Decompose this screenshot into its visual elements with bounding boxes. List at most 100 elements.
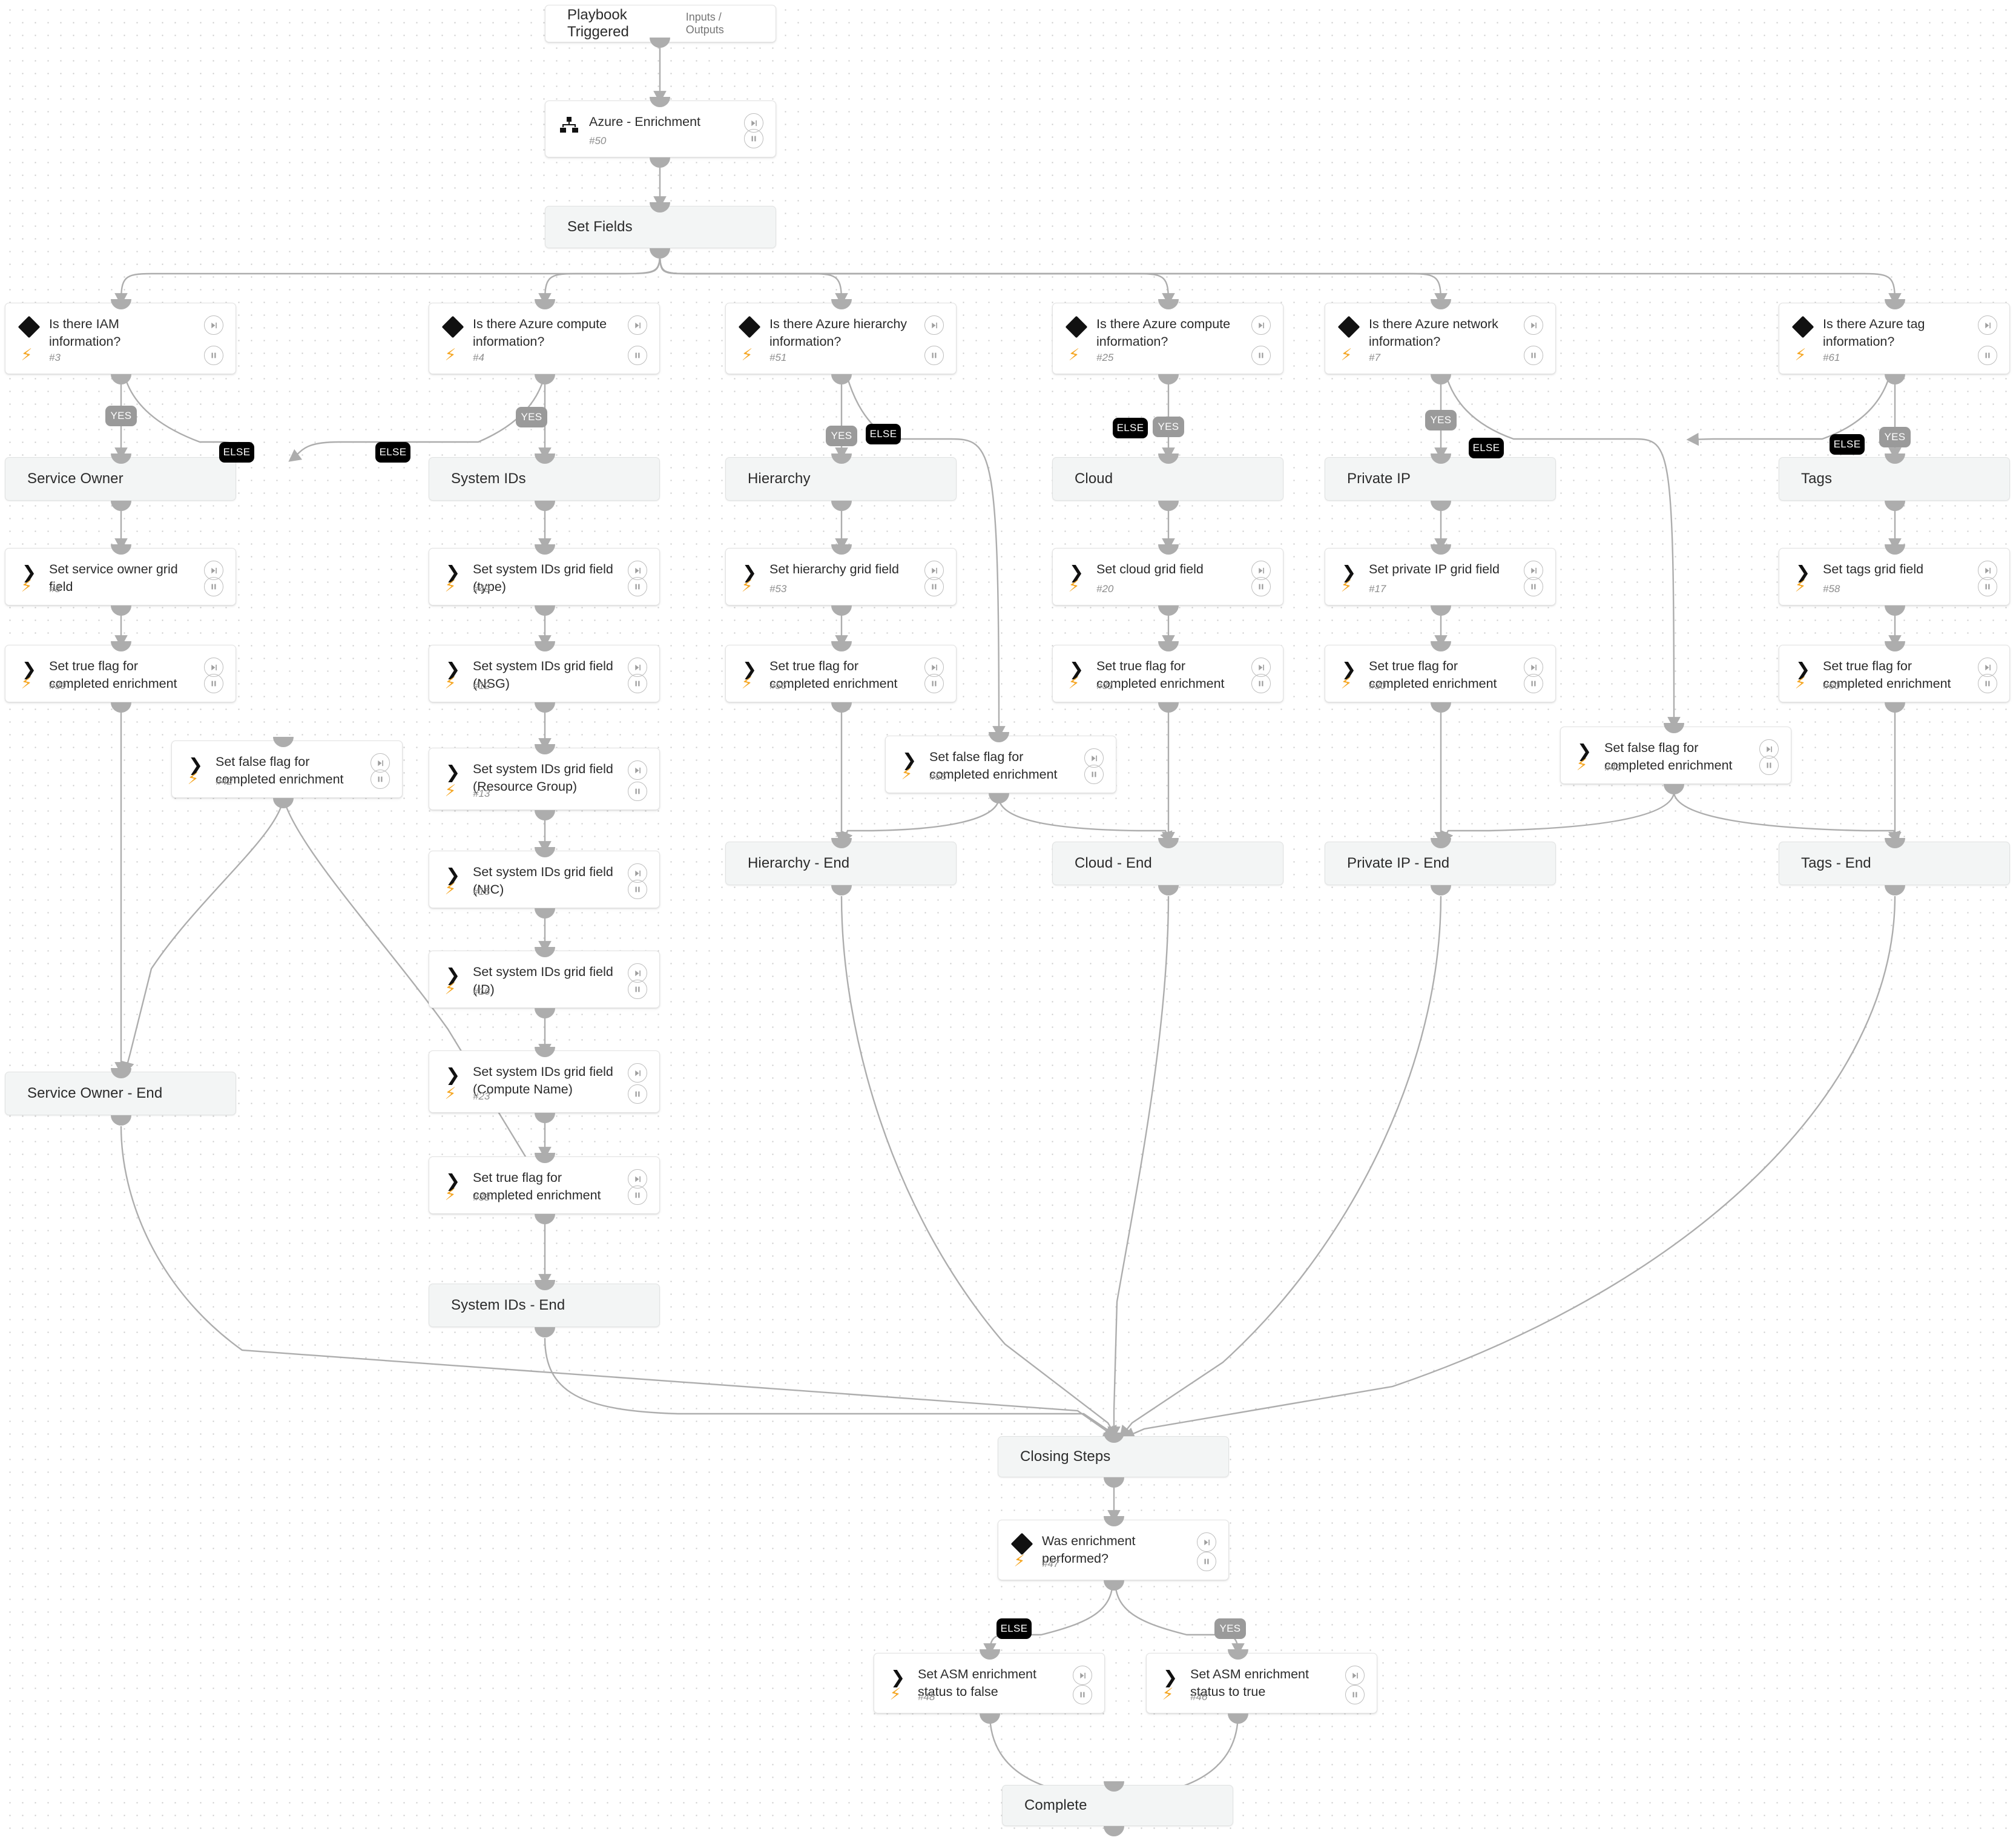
section-complete[interactable]: Complete: [1002, 1785, 1233, 1826]
node-condition-was-enrichment-performed[interactable]: ⚡ Was enrichment performed? #47: [998, 1520, 1229, 1580]
pause-icon[interactable]: [628, 674, 647, 693]
node-set-tags-grid-field[interactable]: ❯ ⚡ Set tags grid field #58: [1779, 548, 2010, 605]
node-set-system-ids-nic[interactable]: ❯ ⚡ Set system IDs grid field (NIC) #15: [429, 851, 660, 908]
branch-badge-else[interactable]: ELSE: [1113, 418, 1148, 438]
run-icon[interactable]: [1197, 1532, 1216, 1552]
node-id: #31: [1096, 680, 1114, 691]
node-set-true-flag-38[interactable]: ❯ ⚡ Set true flag for completed enrichme…: [429, 1156, 660, 1214]
port-out: [650, 248, 670, 259]
pause-icon[interactable]: [924, 674, 944, 693]
run-icon[interactable]: [1978, 315, 1997, 335]
pause-icon[interactable]: [1251, 674, 1271, 693]
node-set-system-ids-resource-group[interactable]: ❯ ⚡ Set system IDs grid field (Resource …: [429, 748, 660, 810]
node-set-true-flag-39[interactable]: ❯ ⚡ Set true flag for completed enrichme…: [5, 645, 236, 702]
node-condition-azure-compute-2[interactable]: ⚡ Is there Azure compute information? #2…: [1052, 303, 1283, 374]
run-icon[interactable]: [1524, 315, 1543, 335]
pause-icon[interactable]: [1524, 674, 1543, 693]
node-set-true-flag-30[interactable]: ❯ ⚡ Set true flag for completed enrichme…: [1325, 645, 1556, 702]
branch-badge-else[interactable]: ELSE: [866, 424, 901, 444]
section-label: System IDs - End: [451, 1297, 565, 1313]
inputs-outputs-link[interactable]: Inputs / Outputs: [686, 11, 759, 36]
run-icon[interactable]: [1251, 315, 1271, 335]
branch-badge-yes[interactable]: YES: [105, 406, 137, 426]
node-set-false-flag-55[interactable]: ❯ ⚡ Set false flag for completed enrichm…: [885, 736, 1116, 793]
run-icon[interactable]: [628, 760, 647, 780]
pause-icon[interactable]: [1759, 756, 1779, 775]
node-set-false-flag-43[interactable]: ❯ ⚡ Set false flag for completed enrichm…: [1560, 727, 1791, 784]
pause-icon[interactable]: [628, 1084, 647, 1104]
branch-badge-else[interactable]: ELSE: [219, 442, 254, 463]
pause-icon[interactable]: [1978, 577, 1997, 596]
node-set-asm-status-false[interactable]: ❯ ⚡ Set ASM enrichment status to false #…: [874, 1653, 1105, 1713]
node-set-asm-status-true[interactable]: ❯ ⚡ Set ASM enrichment status to true #4…: [1146, 1653, 1377, 1713]
node-set-true-flag-60[interactable]: ❯ ⚡ Set true flag for completed enrichme…: [1779, 645, 2010, 702]
branch-badge-else[interactable]: ELSE: [1830, 434, 1865, 455]
playbook-triggered-node[interactable]: Playbook Triggered Inputs / Outputs: [545, 5, 776, 42]
pause-icon[interactable]: [628, 782, 647, 801]
pause-icon[interactable]: [371, 770, 390, 789]
port-out: [535, 908, 555, 918]
branch-badge-else[interactable]: ELSE: [1469, 438, 1504, 458]
pause-icon[interactable]: [1524, 577, 1543, 596]
node-set-true-flag-31[interactable]: ❯ ⚡ Set true flag for completed enrichme…: [1052, 645, 1283, 702]
node-set-system-ids-compute-name[interactable]: ❯ ⚡ Set system IDs grid field (Compute N…: [429, 1050, 660, 1113]
run-icon[interactable]: [1345, 1666, 1365, 1685]
node-set-false-flag-42[interactable]: ❯ ⚡ Set false flag for completed enrichm…: [171, 740, 403, 798]
node-id: #38: [473, 1192, 490, 1203]
pause-icon[interactable]: [1197, 1552, 1216, 1571]
run-icon[interactable]: [628, 315, 647, 335]
pause-icon[interactable]: [1251, 577, 1271, 596]
branch-badge-yes[interactable]: YES: [516, 407, 547, 427]
action-chevron-icon: ❯: [445, 761, 461, 782]
pause-icon[interactable]: [628, 880, 647, 899]
run-icon[interactable]: [924, 315, 944, 335]
pause-icon[interactable]: [628, 346, 647, 365]
node-condition-azure-compute-1[interactable]: ⚡ Is there Azure compute information? #4: [429, 303, 660, 374]
node-set-private-ip-grid-field[interactable]: ❯ ⚡ Set private IP grid field #17: [1325, 548, 1556, 605]
node-azure-enrichment[interactable]: Azure - Enrichment #50: [545, 101, 776, 157]
node-set-service-owner-grid-field[interactable]: ❯ ⚡ Set service owner grid field #8: [5, 548, 236, 605]
pause-icon[interactable]: [204, 674, 223, 693]
branch-badge-else[interactable]: ELSE: [996, 1618, 1032, 1639]
pause-icon[interactable]: [204, 577, 223, 596]
node-set-system-ids-nsg[interactable]: ❯ ⚡ Set system IDs grid field (NSG) #12: [429, 645, 660, 702]
branch-badge-yes[interactable]: YES: [826, 426, 857, 446]
branch-badge-else[interactable]: ELSE: [375, 442, 410, 463]
node-set-cloud-grid-field[interactable]: ❯ ⚡ Set cloud grid field #20: [1052, 548, 1283, 605]
node-condition-azure-hierarchy[interactable]: ⚡ Is there Azure hierarchy information? …: [725, 303, 957, 374]
run-icon[interactable]: [204, 315, 223, 335]
pause-icon[interactable]: [1251, 346, 1271, 365]
run-icon[interactable]: [628, 1063, 647, 1083]
port-out: [111, 1115, 131, 1126]
pause-icon[interactable]: [1978, 346, 1997, 365]
node-condition-azure-network[interactable]: ⚡ Is there Azure network information? #7: [1325, 303, 1556, 374]
node-condition-azure-tag[interactable]: ⚡ Is there Azure tag information? #61: [1779, 303, 2010, 374]
run-icon[interactable]: [1073, 1666, 1092, 1685]
pause-icon[interactable]: [1345, 1685, 1365, 1704]
node-set-true-flag-56[interactable]: ❯ ⚡ Set true flag for completed enrichme…: [725, 645, 957, 702]
pause-icon[interactable]: [1524, 346, 1543, 365]
pause-icon[interactable]: [1084, 765, 1104, 784]
branch-badge-yes[interactable]: YES: [1214, 1618, 1246, 1639]
pause-icon[interactable]: [204, 346, 223, 365]
pause-icon[interactable]: [744, 129, 763, 148]
bolt-icon: ⚡: [1794, 345, 1807, 364]
pause-icon[interactable]: [1978, 674, 1997, 693]
node-id: #53: [769, 583, 787, 595]
branch-badge-yes[interactable]: YES: [1879, 427, 1911, 447]
pause-icon[interactable]: [924, 346, 944, 365]
branch-badge-yes[interactable]: YES: [1153, 417, 1184, 437]
node-title: Is there IAM information?: [49, 317, 121, 349]
bolt-icon: ⚡: [444, 345, 456, 364]
node-set-hierarchy-grid-field[interactable]: ❯ ⚡ Set hierarchy grid field #53: [725, 548, 957, 605]
workflow-canvas[interactable]: Playbook Triggered Inputs / Outputs Azur…: [0, 0, 2016, 1840]
pause-icon[interactable]: [628, 1185, 647, 1205]
pause-icon[interactable]: [924, 577, 944, 596]
branch-badge-yes[interactable]: YES: [1425, 410, 1457, 430]
node-condition-iam[interactable]: ⚡ Is there IAM information? #3: [5, 303, 236, 374]
pause-icon[interactable]: [628, 980, 647, 999]
pause-icon[interactable]: [1073, 1685, 1092, 1704]
pause-icon[interactable]: [628, 577, 647, 596]
node-set-system-ids-id[interactable]: ❯ ⚡ Set system IDs grid field (ID) #16: [429, 951, 660, 1008]
node-set-system-ids-type[interactable]: ❯ ⚡ Set system IDs grid field (type) #49: [429, 548, 660, 605]
